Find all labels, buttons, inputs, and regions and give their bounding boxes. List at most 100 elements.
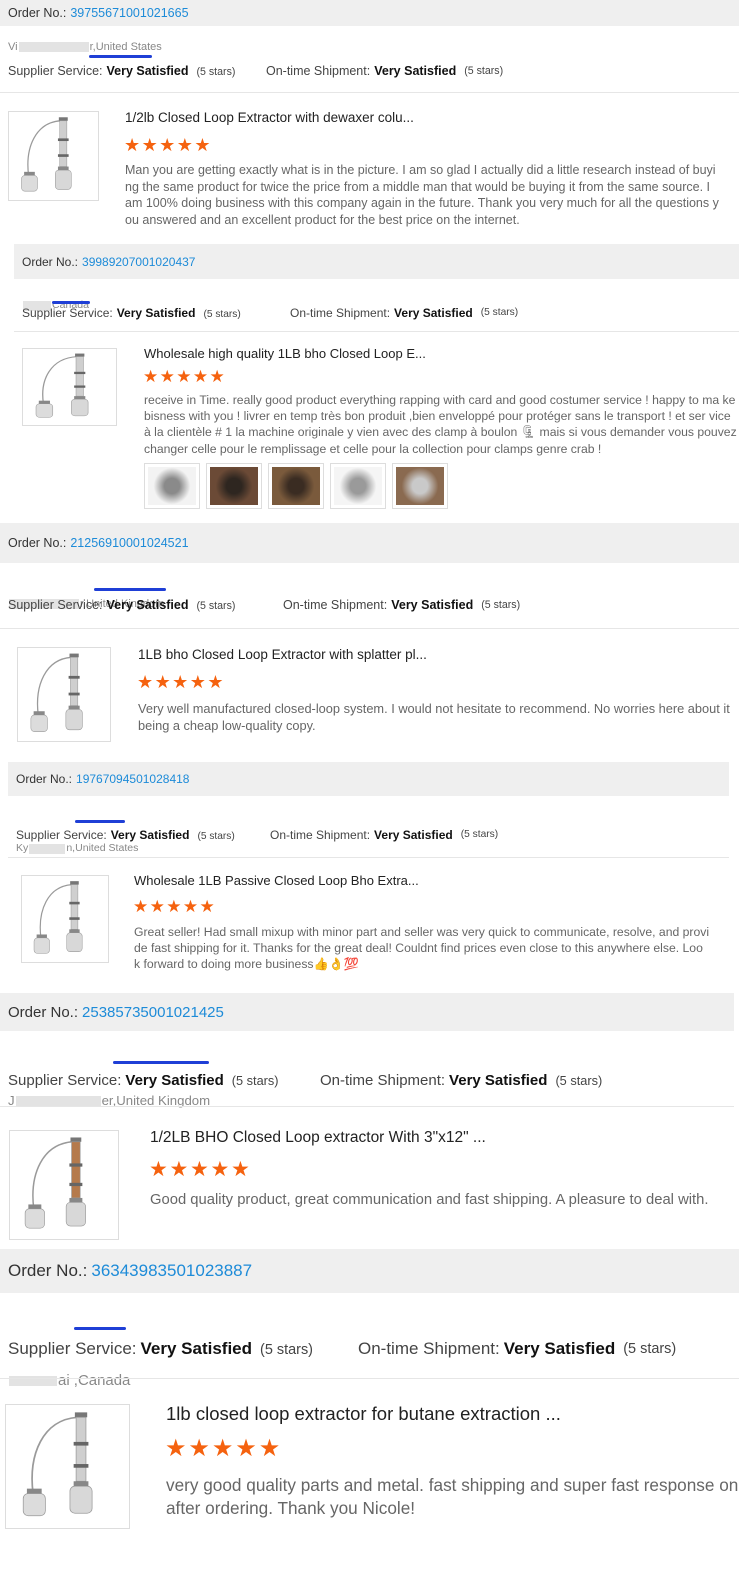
supplier-service-stars: (5 stars)	[196, 65, 236, 78]
product-title-link[interactable]: Wholesale high quality 1LB bho Closed Lo…	[144, 346, 426, 361]
review-text: Good quality product, great communicatio…	[150, 1192, 709, 1208]
satisfaction-ratings: Supplier Service: Very Satisfied (5 stars)	[8, 598, 235, 612]
satisfaction-ratings: Supplier Service: Very Satisfied (5 stars)	[16, 828, 235, 842]
supplier-service-group: Supplier Service: Very Satisfied (5 stars)	[8, 64, 235, 78]
supplier-service-group: Supplier Service: Very Satisfied (5 stars)	[16, 828, 235, 842]
order-number-label: Order No.:	[8, 6, 67, 20]
satisfaction-ratings: Supplier Service: Very Satisfied (5 stars)	[8, 1072, 279, 1089]
product-title-link[interactable]: Wholesale 1LB Passive Closed Loop Bho Ex…	[134, 873, 419, 888]
on-time-shipment-group: On-time Shipment: Very Satisfied (5 stars)	[290, 306, 518, 320]
supplier-service-label: Supplier Service:	[8, 1338, 137, 1358]
supplier-service-label: Supplier Service:	[8, 597, 103, 612]
review-text: Man you are getting exactly what is in t…	[125, 163, 719, 227]
product-title-link[interactable]: 1/2lb Closed Loop Extractor with dewaxer…	[125, 110, 414, 125]
extractor-product-image	[21, 117, 72, 192]
star-icon: ★	[143, 366, 159, 386]
product-thumbnail[interactable]	[21, 875, 109, 963]
review-photo-image	[148, 467, 196, 505]
buyer-location: Ky n,United States	[16, 842, 739, 854]
product-title-link[interactable]: 1/2LB BHO Closed Loop extractor With 3"x…	[150, 1129, 486, 1147]
buyer-name-start: Vi	[8, 41, 18, 54]
star-icon: ★	[169, 1158, 189, 1182]
buyer-country: Canada	[77, 1371, 131, 1389]
star-icon: ★	[190, 1158, 209, 1182]
star-icon: ★	[166, 896, 182, 916]
on-time-shipment-group: On-time Shipment: Very Satisfied (5 stars)	[270, 828, 498, 842]
star-icon: ★	[199, 896, 215, 916]
review-photo-box[interactable]	[392, 463, 448, 509]
star-icon: ★	[165, 1434, 187, 1462]
review-text: receive in Time. really good product eve…	[144, 393, 737, 456]
on-time-shipment-label: On-time Shipment:	[358, 1338, 500, 1358]
on-time-shipment-stars: (5 stars)	[464, 64, 504, 77]
star-rating: ★ ★ ★ ★ ★	[133, 898, 216, 915]
review-photo-image	[272, 467, 320, 505]
section-divider	[0, 1378, 739, 1379]
buyer-name-start: Ky	[16, 842, 29, 855]
supplier-service-stars: (5 stars)	[196, 599, 236, 612]
order-number-link[interactable]: 25385735001021425	[82, 1004, 224, 1021]
star-icon: ★	[133, 896, 149, 916]
order-number-link[interactable]: 21256910001024521	[70, 536, 188, 550]
on-time-shipment-value: Very Satisfied	[374, 63, 457, 78]
supplier-service-value: Very Satisfied	[125, 1072, 224, 1089]
on-time-shipment-stars: (5 stars)	[555, 1073, 603, 1088]
on-time-shipment-value: Very Satisfied	[374, 827, 453, 842]
star-icon: ★	[211, 1434, 234, 1462]
order-number-link[interactable]: 19767094501028418	[76, 772, 189, 786]
extractor-product-image	[33, 881, 83, 954]
buyer-location: ai ,Canada	[8, 1372, 739, 1389]
section-divider	[8, 857, 729, 858]
star-icon: ★	[258, 1434, 281, 1462]
star-rating: ★ ★ ★ ★ ★	[137, 673, 225, 691]
product-title-link[interactable]: 1lb closed loop extractor for butane ext…	[166, 1403, 561, 1425]
product-thumbnail[interactable]	[22, 348, 117, 426]
feedback-list: Order No.: 39755671001021665 Vi r,United St…	[0, 0, 739, 1529]
on-time-shipment-stars: (5 stars)	[623, 1340, 677, 1357]
on-time-shipment-label: On-time Shipment:	[290, 305, 391, 320]
review-photo-clamp[interactable]	[144, 463, 200, 509]
star-icon: ★	[209, 366, 225, 386]
product-thumbnail[interactable]	[5, 1404, 130, 1529]
review-photo-tube[interactable]	[330, 463, 386, 509]
order-number-bar: Order No.: 39989207001020437	[14, 244, 739, 279]
review-photo-image	[210, 467, 258, 505]
buyer-name-end: n,	[66, 842, 76, 855]
supplier-service-stars: (5 stars)	[203, 308, 241, 320]
star-icon: ★	[149, 896, 165, 916]
product-thumbnail[interactable]	[9, 1130, 119, 1240]
satisfaction-ratings: Supplier Service: Very Satisfied (5 stars)	[8, 1339, 313, 1359]
extractor-product-image	[22, 1412, 93, 1517]
product-title-link[interactable]: 1LB bho Closed Loop Extractor with splat…	[138, 647, 427, 662]
product-thumbnail[interactable]	[8, 111, 99, 201]
extractor-product-image	[35, 353, 89, 418]
supplier-service-value: Very Satisfied	[106, 63, 189, 78]
star-icon: ★	[189, 672, 206, 693]
on-time-shipment-label: On-time Shipment:	[283, 597, 388, 612]
order-number-link[interactable]: 39989207001020437	[82, 255, 195, 269]
supplier-service-group: Supplier Service: Very Satisfied (5 stars)	[8, 1339, 313, 1359]
order-number-link[interactable]: 39755671001021665	[70, 6, 188, 20]
on-time-shipment-stars: (5 stars)	[480, 307, 519, 319]
buyer-country: United States	[75, 842, 139, 855]
product-thumbnail[interactable]	[17, 647, 111, 742]
on-time-shipment-group: On-time Shipment: Very Satisfied (5 stars)	[266, 64, 503, 78]
star-rating: ★ ★ ★ ★ ★	[149, 1159, 252, 1180]
star-icon: ★	[159, 135, 176, 156]
on-time-shipment-group: On-time Shipment: Very Satisfied (5 stars)	[358, 1339, 676, 1359]
order-number-bar: Order No.: 25385735001021425	[0, 993, 734, 1031]
star-icon: ★	[141, 135, 158, 156]
satisfaction-ratings: Supplier Service: Very Satisfied (5 stars)	[22, 306, 241, 320]
country-underline	[74, 1327, 126, 1331]
supplier-service-group: Supplier Service: Very Satisfied (5 stars)	[22, 306, 241, 320]
star-icon: ★	[210, 1158, 230, 1182]
order-number-link[interactable]: 36343983501023887	[91, 1261, 252, 1281]
country-underline	[113, 1061, 209, 1065]
on-time-shipment-stars: (5 stars)	[460, 829, 499, 841]
review-photo-parts[interactable]	[268, 463, 324, 509]
review-photo-bolts[interactable]	[206, 463, 262, 509]
order-number-label: Order No.:	[8, 536, 67, 550]
supplier-service-label: Supplier Service:	[8, 1072, 122, 1089]
on-time-shipment-label: On-time Shipment:	[320, 1072, 446, 1089]
star-icon: ★	[176, 135, 193, 156]
